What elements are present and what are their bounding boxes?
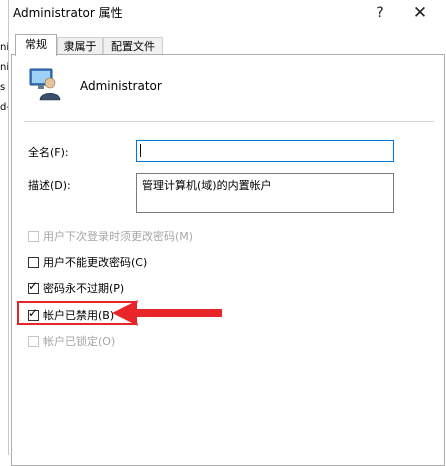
tab-general[interactable]: 常规 xyxy=(15,34,57,56)
annotation-overlay xyxy=(17,300,222,326)
red-arrow-icon xyxy=(112,300,222,326)
